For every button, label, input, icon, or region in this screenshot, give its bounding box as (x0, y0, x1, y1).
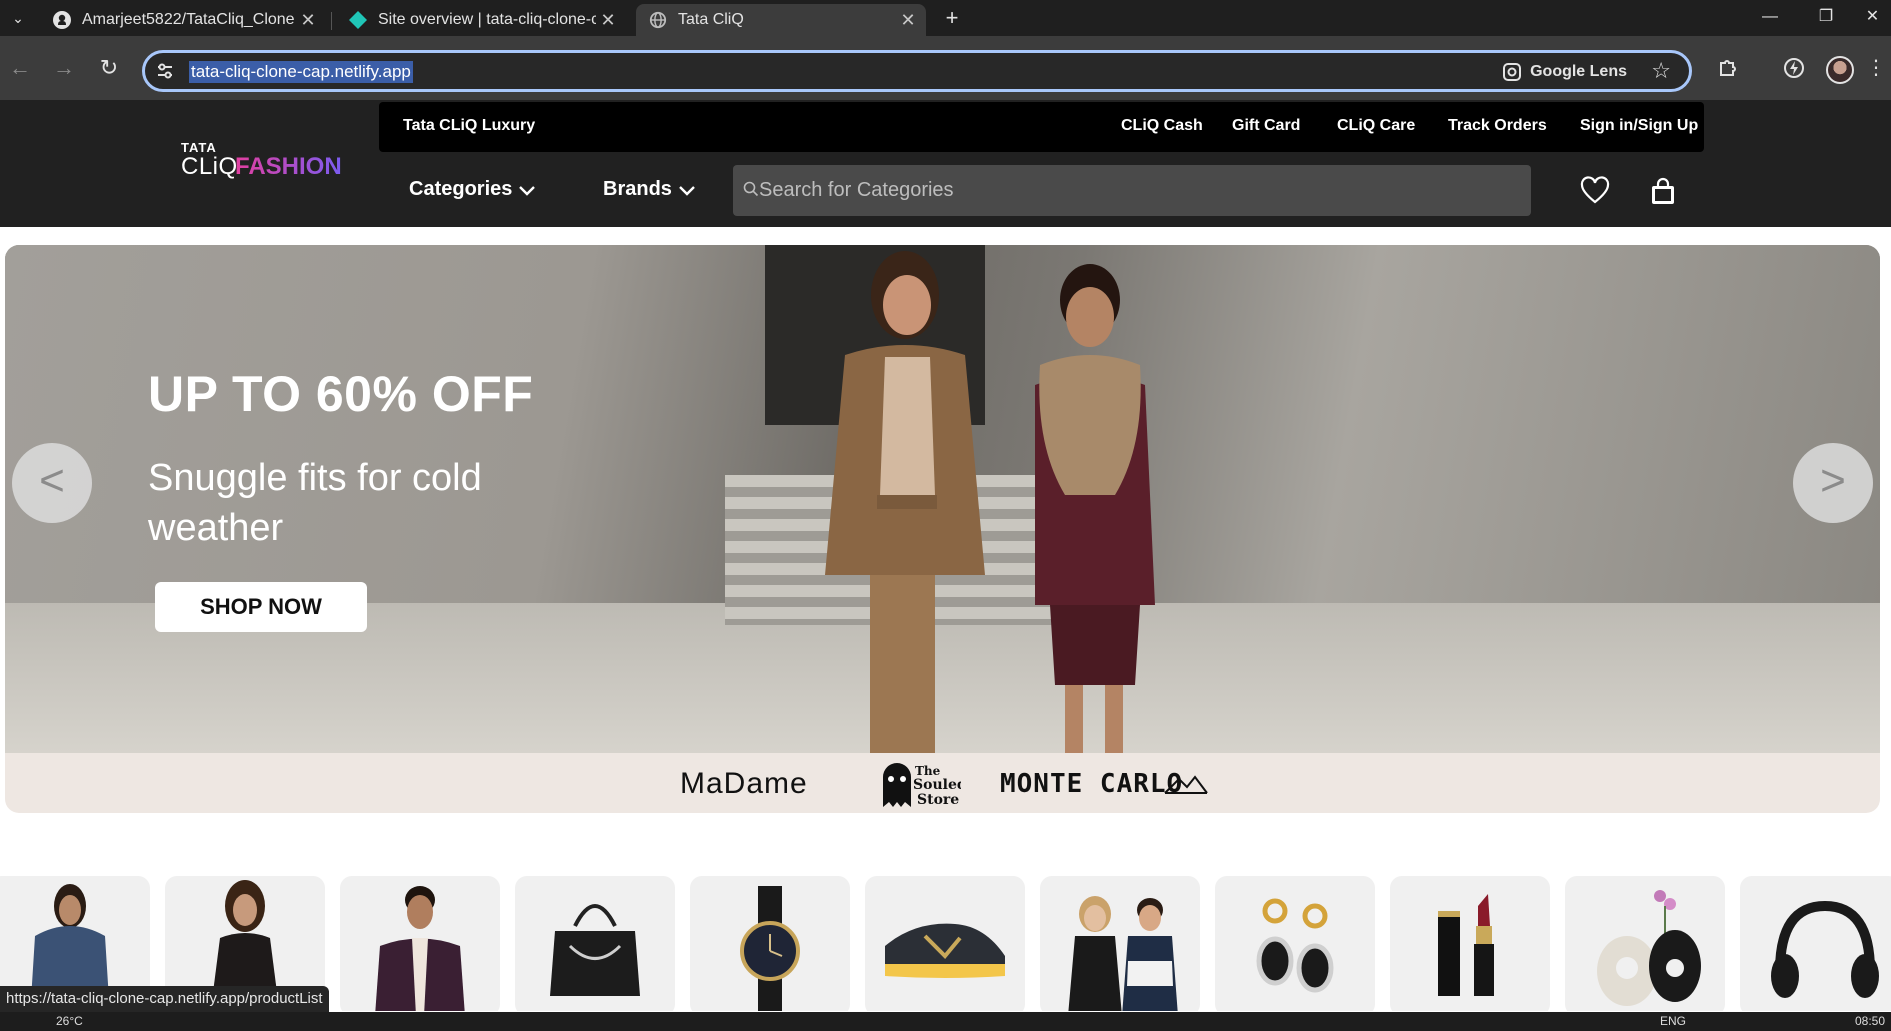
categories-menu[interactable]: Categories (409, 178, 536, 201)
man-blazer-icon (375, 886, 465, 1011)
category-card[interactable] (515, 876, 675, 1011)
tab-tata-cliq[interactable]: Tata CliQ ✕ (636, 4, 926, 36)
category-card[interactable] (1565, 876, 1725, 1011)
brand-souled-store-logo[interactable]: The Souled Store (875, 757, 961, 809)
tab-netlify[interactable]: Site overview | tata-cliq-clone-c ✕ (336, 4, 626, 36)
search-input[interactable] (757, 165, 1517, 216)
forward-icon[interactable]: → (50, 54, 78, 82)
category-card[interactable] (690, 876, 850, 1011)
close-window-icon[interactable]: ✕ (1854, 0, 1891, 36)
kids-icon (1068, 896, 1178, 1011)
hero-models-image (825, 251, 1155, 753)
hero-title: UP TO 60% OFF (148, 366, 534, 422)
close-tab-icon[interactable]: ✕ (296, 10, 320, 31)
input-language[interactable]: ENG (1660, 1014, 1686, 1028)
tab-title: Site overview | tata-cliq-clone-c (378, 11, 596, 28)
category-card[interactable] (865, 876, 1025, 1011)
brands-menu[interactable]: Brands (603, 178, 696, 201)
reload-icon[interactable]: ↻ (95, 54, 123, 82)
categories-label: Categories (409, 178, 513, 200)
clock[interactable]: 08:50 (1855, 1014, 1885, 1028)
google-lens-button[interactable]: Google Lens (1502, 60, 1627, 84)
cliq-cash-link[interactable]: CLiQ Cash (1121, 117, 1203, 135)
hero-subtitle: Snuggle fits for cold weather (148, 457, 482, 549)
search-box[interactable] (733, 165, 1531, 216)
site-header: TATA CLiQ FASHION Tata CLiQ Luxury CLiQ … (0, 100, 1891, 227)
brands-label: Brands (603, 178, 672, 200)
tab-search-chevron-icon[interactable]: ⌄ (8, 8, 28, 28)
gift-card-link[interactable]: Gift Card (1232, 117, 1300, 135)
sign-in-link[interactable]: Sign in/Sign Up (1580, 117, 1698, 135)
earrings-icon (1256, 898, 1334, 993)
svg-text:The: The (915, 764, 941, 778)
shopping-bag-icon[interactable] (1648, 176, 1678, 206)
carousel-next-button[interactable]: > (1793, 443, 1873, 523)
address-bar[interactable]: tata-cliq-clone-cap.netlify.app Google L… (142, 50, 1692, 92)
handbag-icon (550, 904, 640, 996)
lipstick-icon (1438, 894, 1494, 996)
sneaker-icon (885, 923, 1005, 978)
category-card[interactable] (1390, 876, 1550, 1011)
lens-label: Google Lens (1530, 63, 1627, 80)
globe-icon (648, 10, 668, 30)
category-card[interactable] (1215, 876, 1375, 1011)
bookmark-star-icon[interactable]: ☆ (1651, 58, 1671, 84)
back-icon[interactable]: ← (6, 54, 34, 82)
brand-monte-carlo-logo[interactable]: MONTE CARLO (1000, 769, 1183, 799)
svg-text:Souled: Souled (913, 777, 961, 793)
category-card[interactable] (340, 876, 500, 1011)
cliq-care-link[interactable]: CLiQ Care (1337, 117, 1415, 135)
headphones-icon (1771, 900, 1879, 998)
os-taskbar: 26°C ENG 08:50 (0, 1012, 1891, 1031)
shop-now-button[interactable]: SHOP NOW (155, 582, 367, 632)
tab-title: Amarjeet5822/TataCliq_Clone: I (82, 11, 296, 28)
utility-bar: Tata CLiQ Luxury CLiQ Cash Gift Card CLi… (379, 102, 1704, 152)
logo-fashion-text: FASHION (235, 153, 342, 180)
luxury-link[interactable]: Tata CLiQ Luxury (403, 117, 535, 135)
logo-cliq-text: CLiQ (181, 153, 238, 180)
category-card[interactable] (1740, 876, 1891, 1011)
netlify-icon (348, 10, 368, 30)
tab-title: Tata CliQ (678, 11, 744, 28)
restore-icon[interactable]: ❐ (1798, 0, 1854, 36)
close-tab-icon[interactable]: ✕ (596, 10, 620, 31)
url-text[interactable]: tata-cliq-clone-cap.netlify.app (189, 61, 413, 83)
tata-cliq-fashion-logo[interactable]: TATA CLiQ FASHION (181, 140, 342, 190)
tab-divider (331, 12, 332, 30)
tab-github[interactable]: Amarjeet5822/TataCliq_Clone: I ✕ (40, 4, 326, 36)
github-icon (52, 10, 72, 30)
hero-brand-strip: MaDame The Souled Store MONTE CARLO (5, 753, 1880, 813)
link-status-bubble: https://tata-cliq-clone-cap.netlify.app/… (0, 986, 329, 1012)
weather-temp[interactable]: 26°C (56, 1014, 83, 1028)
browser-menu-icon[interactable]: ⋮ (1862, 54, 1890, 82)
category-card[interactable] (1040, 876, 1200, 1011)
track-orders-link[interactable]: Track Orders (1448, 117, 1547, 135)
new-tab-icon[interactable]: + (940, 6, 964, 30)
brand-madame-logo[interactable]: MaDame (680, 767, 808, 801)
minimize-icon[interactable]: — (1742, 0, 1798, 36)
watch-icon (740, 886, 800, 1011)
wishlist-heart-icon[interactable] (1580, 176, 1610, 206)
svg-text:Store: Store (917, 792, 959, 808)
profile-avatar[interactable] (1826, 56, 1854, 84)
browser-tabstrip: ⌄ Amarjeet5822/TataCliq_Clone: I ✕ Site … (0, 0, 1891, 36)
close-tab-icon[interactable]: ✕ (896, 10, 920, 31)
chevron-down-icon (519, 185, 536, 196)
vase-icon (1597, 890, 1701, 1006)
extensions-icon[interactable] (1714, 54, 1742, 82)
site-settings-icon[interactable] (155, 61, 175, 81)
carousel-prev-button[interactable]: < (12, 443, 92, 523)
hero-banner[interactable]: UP TO 60% OFF Snuggle fits for cold weat… (5, 245, 1880, 753)
chevron-down-icon (679, 185, 695, 196)
browser-toolbar: ← → ↻ tata-cliq-clone-cap.netlify.app Go… (0, 36, 1891, 100)
performance-icon[interactable] (1780, 54, 1808, 82)
lens-icon (1503, 63, 1522, 81)
monte-carlo-mountain-icon (1164, 775, 1208, 794)
